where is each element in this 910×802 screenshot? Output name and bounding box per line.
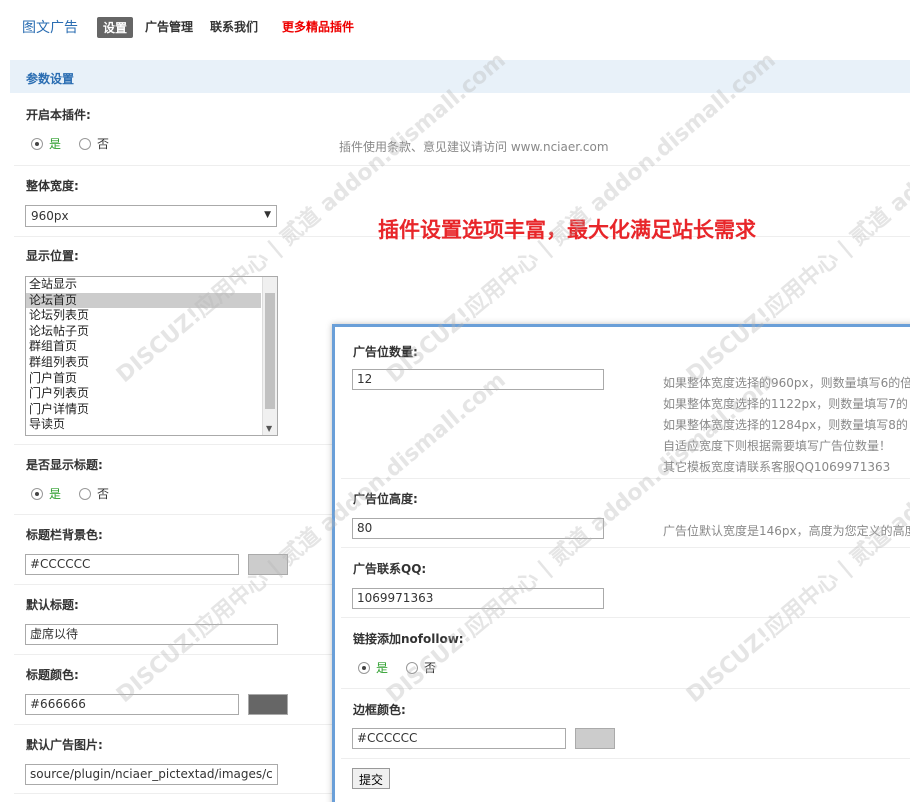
submit-button[interactable]: 提交	[352, 768, 391, 789]
listbox-scrollbar[interactable]: ▼	[262, 277, 277, 435]
tab-settings[interactable]: 设置	[97, 17, 134, 38]
enable-yes-label: 是	[49, 137, 62, 151]
border-color-label: 边框颜色:	[353, 703, 406, 717]
default-title-input[interactable]: 虚席以待	[25, 624, 278, 645]
border-color-input[interactable]: #CCCCCC	[352, 728, 566, 749]
show-title-label: 是否显示标题:	[26, 458, 103, 472]
divider	[341, 478, 910, 479]
title-color-swatch[interactable]	[248, 694, 288, 715]
show-title-yes-label: 是	[49, 487, 62, 501]
title-bg-label: 标题栏背景色:	[26, 528, 103, 542]
ad-qq-input[interactable]: 1069971363	[352, 588, 604, 609]
list-item[interactable]: 门户详情页	[26, 402, 261, 418]
nofollow-label: 链接添加nofollow:	[353, 632, 464, 646]
nofollow-no-label: 否	[424, 661, 437, 675]
tab-more-plugins[interactable]: 更多精品插件	[282, 18, 354, 35]
show-title-no-label: 否	[97, 487, 110, 501]
ad-count-hints: 如果整体宽度选择的960px，则数量填写6的倍 如果整体宽度选择的1122px，…	[663, 373, 910, 478]
show-title-radio-group: 是 否	[31, 485, 109, 502]
ad-count-label: 广告位数量:	[353, 345, 418, 359]
position-label: 显示位置:	[26, 249, 79, 263]
enable-no-label: 否	[97, 137, 110, 151]
tab-ad-management[interactable]: 广告管理	[145, 18, 193, 35]
hint-line: 如果整体宽度选择的1122px，则数量填写7的	[663, 397, 908, 411]
list-item[interactable]: 论坛列表页	[26, 308, 261, 324]
nofollow-yes-radio[interactable]	[358, 661, 370, 674]
ad-height-label: 广告位高度:	[353, 492, 418, 506]
enable-label: 开启本插件:	[26, 108, 91, 122]
list-item[interactable]: 论坛帖子页	[26, 324, 261, 340]
section-header: 参数设置	[10, 60, 910, 93]
nofollow-radio-group: 是 否	[358, 659, 436, 676]
title-bg-input[interactable]: #CCCCCC	[25, 554, 239, 575]
nofollow-no-radio[interactable]	[406, 661, 419, 674]
ad-height-hint: 广告位默认宽度是146px，高度为您定义的高度	[663, 524, 910, 538]
hint-line: 如果整体宽度选择的960px，则数量填写6的倍	[663, 376, 910, 390]
position-listbox[interactable]: 全站显示 论坛首页 论坛列表页 论坛帖子页 群组首页 群组列表页 门户首页 门户…	[25, 276, 278, 436]
width-label: 整体宽度:	[26, 179, 79, 193]
divider	[341, 547, 910, 548]
title-bg-swatch[interactable]	[248, 554, 288, 575]
scroll-down-icon[interactable]: ▼	[266, 424, 272, 433]
width-value: 960px	[31, 209, 69, 223]
chevron-down-icon: ▼	[264, 210, 271, 220]
show-title-no-radio[interactable]	[79, 487, 92, 500]
scrollbar-thumb[interactable]	[265, 293, 275, 409]
title-color-label: 标题颜色:	[26, 668, 79, 682]
plugin-brand[interactable]: 图文广告	[22, 17, 78, 37]
section-title: 参数设置	[26, 72, 75, 86]
border-color-swatch[interactable]	[575, 728, 615, 749]
ad-count-input[interactable]: 12	[352, 369, 604, 390]
list-item[interactable]: 门户首页	[26, 371, 261, 387]
list-item[interactable]: 论坛首页	[26, 292, 261, 309]
hint-line: 自适应宽度下则根据需要填写广告位数量！	[663, 439, 892, 453]
overlay-settings-panel: 广告位数量: 12 如果整体宽度选择的960px，则数量填写6的倍 如果整体宽度…	[332, 324, 910, 802]
divider	[341, 758, 910, 759]
tab-contact[interactable]: 联系我们	[210, 18, 258, 35]
terms-hint: 插件使用条款、意见建议请访问 www.nciaer.com	[339, 140, 609, 154]
default-image-label: 默认广告图片:	[26, 738, 103, 752]
ad-height-input[interactable]: 80	[352, 518, 604, 539]
enable-yes-radio[interactable]	[31, 137, 43, 150]
default-title-label: 默认标题:	[26, 598, 79, 612]
divider	[341, 617, 910, 618]
ad-qq-label: 广告联系QQ:	[353, 562, 427, 576]
enable-no-radio[interactable]	[79, 137, 92, 150]
divider	[14, 165, 910, 166]
list-item[interactable]: 全站显示	[26, 277, 261, 293]
width-select[interactable]: 960px ▼	[25, 205, 277, 227]
promo-headline: 插件设置选项丰富，最大化满足站长需求	[378, 218, 756, 242]
list-item[interactable]: 群组列表页	[26, 355, 261, 371]
nofollow-yes-label: 是	[376, 661, 389, 675]
divider	[341, 688, 910, 689]
title-color-input[interactable]: #666666	[25, 694, 239, 715]
default-image-input[interactable]: source/plugin/nciaer_pictextad/images/c	[25, 764, 278, 785]
list-item[interactable]: 导读页	[26, 417, 261, 433]
enable-radio-group: 是 否	[31, 135, 109, 152]
list-item[interactable]: 门户列表页	[26, 386, 261, 402]
show-title-yes-radio[interactable]	[31, 487, 43, 500]
top-nav: 图文广告 设置 广告管理 联系我们 更多精品插件	[0, 0, 910, 52]
list-item[interactable]: 群组首页	[26, 339, 261, 355]
hint-line: 其它模板宽度请联系客服QQ1069971363	[663, 460, 891, 474]
hint-line: 如果整体宽度选择的1284px，则数量填写8的	[663, 418, 908, 432]
